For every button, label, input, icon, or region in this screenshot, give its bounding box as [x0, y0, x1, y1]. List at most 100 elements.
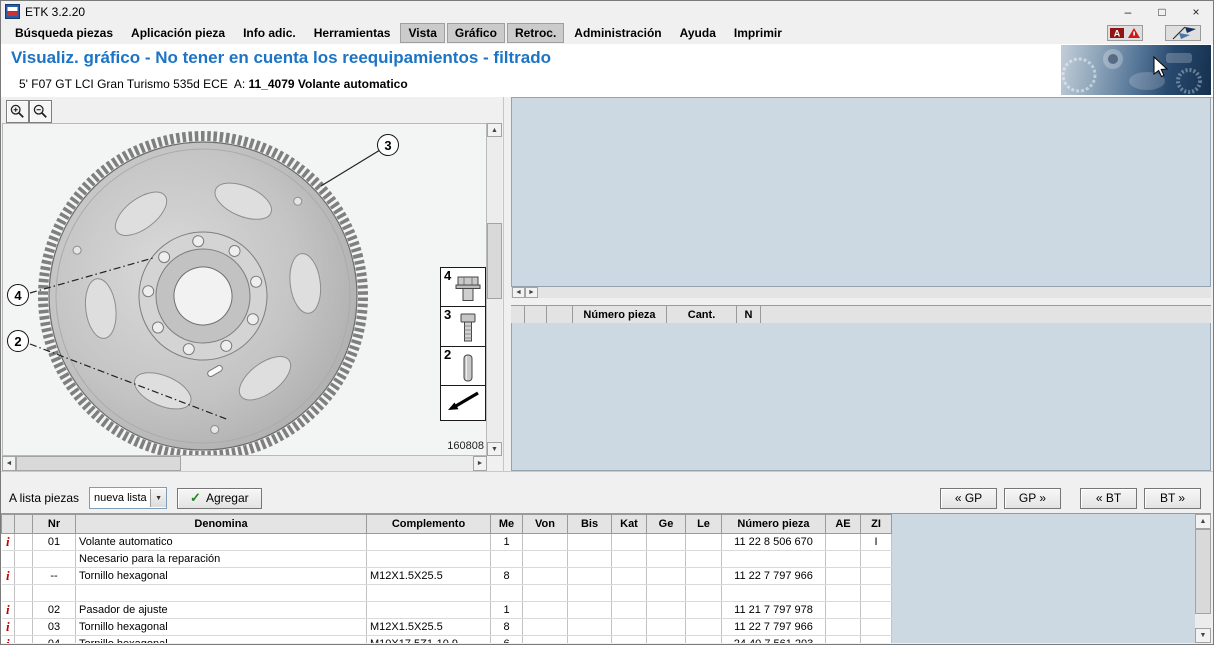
bis-cell — [568, 602, 612, 619]
callout-3[interactable]: 3 — [377, 134, 399, 156]
scroll-left-arrow[interactable] — [512, 287, 525, 298]
diagram-canvas[interactable]: 3 4 2 4 3 — [2, 123, 487, 456]
parts-list-combobox[interactable]: nueva lista ▼ — [89, 487, 167, 509]
menu-items: Búsqueda piezas Aplicación pieza Info ad… — [7, 23, 790, 43]
parts-table-col-header[interactable]: Von — [523, 515, 568, 534]
legend-item-4[interactable]: 4 — [440, 267, 486, 308]
nav-button[interactable]: BT » — [1144, 488, 1201, 509]
scroll-up-arrow[interactable] — [487, 123, 502, 137]
callout-2[interactable]: 2 — [7, 330, 29, 352]
table-row[interactable]: 03 Tornillo hexagonal M12X1.5X25.5 8 11 … — [2, 619, 892, 636]
parts-table-col-header[interactable] — [15, 515, 33, 534]
menu-item[interactable]: Info adic. — [235, 23, 304, 43]
legend-item-arrow[interactable] — [440, 385, 486, 421]
close-button[interactable]: × — [1179, 1, 1213, 22]
info-icon[interactable] — [6, 619, 10, 634]
graphic-toolbar — [1, 97, 503, 123]
select-cell — [15, 568, 33, 585]
table-row[interactable]: -- Tornillo hexagonal M12X1.5X25.5 8 11 … — [2, 568, 892, 585]
table-row[interactable]: 02 Pasador de ajuste 1 11 21 7 797 978 — [2, 602, 892, 619]
nav-button[interactable]: GP » — [1004, 488, 1061, 509]
hotspot-list-area[interactable] — [511, 323, 1211, 471]
parts-table-col-header[interactable]: Nr — [33, 515, 76, 534]
hotspot-col-header[interactable] — [547, 306, 573, 324]
parts-table-col-header[interactable]: Denomina — [76, 515, 367, 534]
parts-table-col-header[interactable]: AE — [826, 515, 861, 534]
hotspot-col-header[interactable] — [511, 306, 525, 324]
table-row[interactable]: 01 Volante automatico 1 11 22 8 506 670 … — [2, 534, 892, 551]
nr-cell: -- — [33, 568, 76, 585]
scroll-right-arrow[interactable] — [525, 287, 538, 298]
vertical-splitter[interactable] — [504, 97, 511, 471]
scroll-right-arrow[interactable] — [473, 456, 487, 471]
graphic-hscrollbar[interactable] — [2, 456, 487, 471]
window-title: ETK 3.2.20 — [25, 5, 85, 19]
scroll-left-arrow[interactable] — [2, 456, 16, 471]
menu-item[interactable]: Aplicación pieza — [123, 23, 233, 43]
select-cell — [15, 551, 33, 568]
parts-table-col-header[interactable]: Me — [491, 515, 523, 534]
parts-table-col-header[interactable]: Kat — [612, 515, 647, 534]
graphic-vscrollbar[interactable] — [487, 123, 502, 456]
parts-table-col-header[interactable]: Bis — [568, 515, 612, 534]
callout-4[interactable]: 4 — [7, 284, 29, 306]
table-row[interactable] — [2, 585, 892, 602]
parts-table-col-header[interactable]: ZI — [861, 515, 892, 534]
minimize-button[interactable]: – — [1111, 1, 1145, 22]
parts-table-col-header[interactable]: Complemento — [367, 515, 491, 534]
horizontal-splitter[interactable] — [511, 298, 1211, 305]
legend-item-2[interactable]: 2 — [440, 346, 486, 387]
add-to-list-button[interactable]: ✓ Agregar — [177, 488, 262, 509]
nav-button[interactable]: « GP — [940, 488, 997, 509]
kat-cell — [612, 568, 647, 585]
maximize-button[interactable]: □ — [1145, 1, 1179, 22]
ae-cell — [826, 619, 861, 636]
info-icon[interactable] — [6, 534, 10, 549]
info-icon[interactable] — [6, 568, 10, 583]
scroll-down-arrow[interactable] — [487, 442, 502, 456]
parts-table-col-header[interactable] — [2, 515, 15, 534]
table-vscrollbar[interactable] — [1195, 514, 1211, 643]
hotspot-col-header[interactable]: Número pieza — [573, 306, 667, 324]
menu-item[interactable]: Herramientas — [306, 23, 399, 43]
table-row[interactable]: 04 Tornillo hexagonal M10X17,5Z1-10.9 6 … — [2, 636, 892, 644]
numero-pieza-cell: 11 22 7 797 966 — [722, 619, 826, 636]
warning-icon[interactable]: A — [1107, 25, 1143, 41]
menu-item[interactable]: Búsqueda piezas — [7, 23, 121, 43]
hscroll-thumb[interactable] — [16, 456, 181, 471]
legend-item-3[interactable]: 3 — [440, 306, 486, 347]
select-cell — [15, 602, 33, 619]
menu-item[interactable]: Retroc. — [507, 23, 564, 43]
menu-icon-buttons: A — [1107, 25, 1201, 41]
vscroll-thumb[interactable] — [487, 223, 502, 299]
parts-table-col-header[interactable]: Le — [686, 515, 722, 534]
le-cell — [686, 636, 722, 644]
table-row[interactable]: Necesario para la reparación — [2, 551, 892, 568]
ae-cell — [826, 551, 861, 568]
scroll-down-arrow[interactable] — [1195, 628, 1211, 643]
parts-table-col-header[interactable]: Número pieza — [722, 515, 826, 534]
nav-button[interactable]: « BT — [1080, 488, 1137, 509]
flags-icon[interactable] — [1165, 25, 1201, 41]
info-icon[interactable] — [6, 602, 10, 617]
hotspot-col-header[interactable]: N — [737, 306, 761, 324]
scroll-up-arrow[interactable] — [1195, 514, 1211, 529]
complemento-cell — [367, 551, 491, 568]
hotspot-col-header[interactable] — [525, 306, 547, 324]
menu-item[interactable]: Administración — [566, 23, 669, 43]
zoom-in-button[interactable] — [6, 100, 29, 123]
menu-item[interactable]: Gráfico — [447, 23, 505, 43]
vscroll-thumb[interactable] — [1195, 529, 1211, 614]
info-icon[interactable] — [6, 636, 10, 643]
hotspot-col-header[interactable]: Cant. — [667, 306, 737, 324]
combobox-value: nueva lista — [94, 492, 150, 504]
ge-cell — [647, 636, 686, 644]
parts-table-col-header[interactable]: Ge — [647, 515, 686, 534]
hotspot-hscrollbar[interactable] — [511, 287, 1211, 298]
menu-item[interactable]: Imprimir — [726, 23, 790, 43]
menu-item[interactable]: Ayuda — [672, 23, 724, 43]
menu-item[interactable]: Vista — [400, 23, 444, 43]
hotspot-detail-area[interactable] — [511, 97, 1211, 287]
zoom-out-button[interactable] — [29, 100, 52, 123]
chevron-down-icon[interactable]: ▼ — [150, 489, 166, 507]
